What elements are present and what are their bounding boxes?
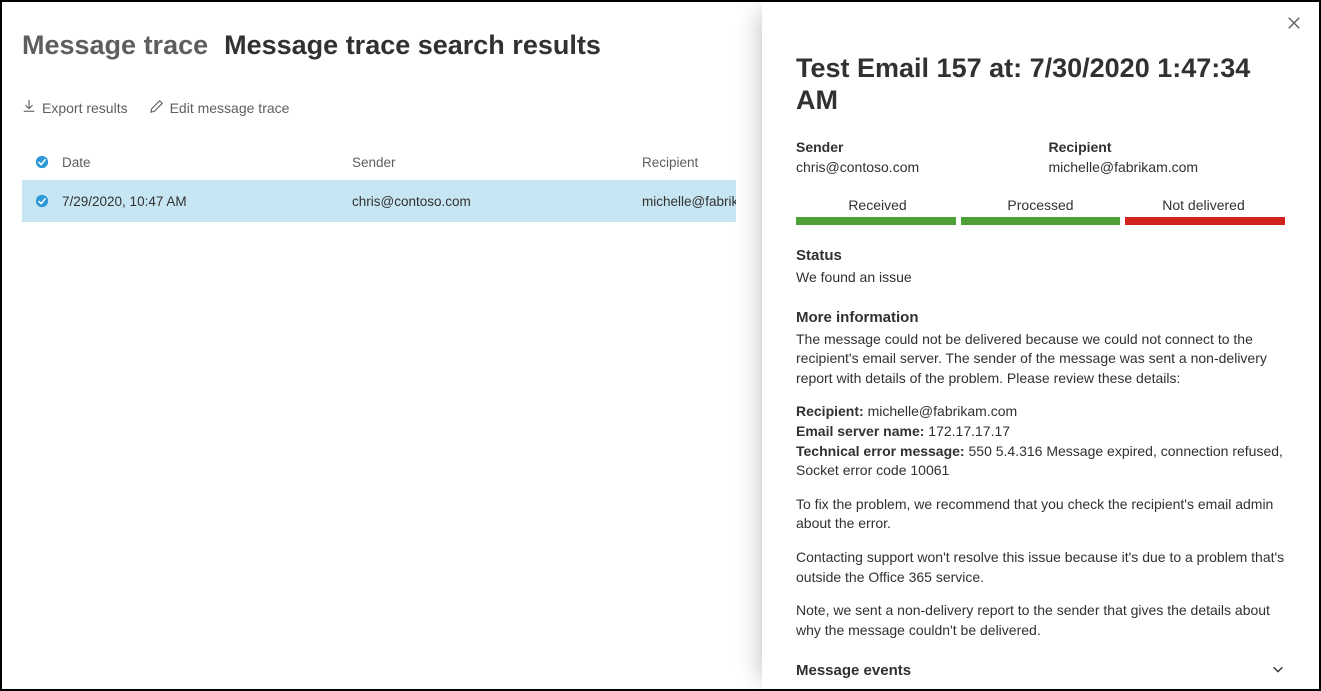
close-icon (1287, 17, 1301, 33)
delivery-stages: Received Processed Not delivered (796, 197, 1285, 225)
flyout-title: Test Email 157 at: 7/30/2020 1:47:34 AM (796, 52, 1285, 117)
details-flyout: Test Email 157 at: 7/30/2020 1:47:34 AM … (762, 2, 1319, 689)
stage-processed-label: Processed (959, 197, 1122, 213)
fix-recommendation: To fix the problem, we recommend that yo… (796, 495, 1285, 534)
table-row[interactable]: 7/29/2020, 10:47 AM chris@contoso.com mi… (22, 180, 736, 222)
sender-recipient-block: Sender chris@contoso.com Recipient miche… (796, 139, 1285, 175)
col-date[interactable]: Date (62, 155, 352, 170)
breadcrumb: Message trace Message trace search resul… (22, 30, 736, 61)
accordion-message-events-label: Message events (796, 662, 911, 679)
detail-technical-error: Technical error message: 550 5.4.316 Mes… (796, 442, 1285, 481)
stage-received-label: Received (796, 197, 959, 213)
more-info-heading: More information (796, 309, 1285, 326)
stage-notdelivered-bar (1125, 217, 1285, 225)
detail-server: Email server name: 172.17.17.17 (796, 422, 1285, 442)
cell-recipient: michelle@fabrikam.c (642, 194, 736, 209)
breadcrumb-root[interactable]: Message trace (22, 30, 208, 61)
stage-processed-bar (961, 217, 1121, 225)
results-table: Date Sender Recipient 7/29/2020, 10:47 A… (22, 144, 736, 222)
sender-label: Sender (796, 139, 1033, 155)
edit-message-trace-button[interactable]: Edit message trace (150, 99, 290, 116)
status-section: Status We found an issue (796, 247, 1285, 287)
col-sender[interactable]: Sender (352, 155, 642, 170)
status-heading: Status (796, 247, 1285, 264)
ndr-note: Note, we sent a non-delivery report to t… (796, 601, 1285, 640)
detail-recipient: Recipient: michelle@fabrikam.com (796, 402, 1285, 422)
recipient-label: Recipient (1049, 139, 1286, 155)
toolbar: Export results Edit message trace (22, 99, 736, 116)
chevron-down-icon (1271, 662, 1285, 679)
status-text: We found an issue (796, 268, 1285, 287)
export-results-label: Export results (42, 100, 128, 116)
recipient-value: michelle@fabrikam.com (1049, 159, 1286, 175)
support-note: Contacting support won't resolve this is… (796, 548, 1285, 587)
col-recipient[interactable]: Recipient (642, 155, 736, 170)
main-content: Message trace Message trace search resul… (2, 2, 756, 689)
edit-message-trace-label: Edit message trace (170, 100, 290, 116)
sender-value: chris@contoso.com (796, 159, 1033, 175)
more-information-section: More information The message could not b… (796, 309, 1285, 641)
export-results-button[interactable]: Export results (22, 99, 128, 116)
table-header-row: Date Sender Recipient (22, 144, 736, 180)
accordion-message-events[interactable]: Message events (796, 648, 1285, 689)
app-window: Message trace Message trace search resul… (0, 0, 1321, 691)
select-all-checkbox[interactable] (22, 155, 62, 169)
close-button[interactable] (1287, 16, 1301, 33)
cell-sender: chris@contoso.com (352, 194, 642, 209)
accordion: Message events More information (796, 648, 1285, 689)
breadcrumb-current: Message trace search results (224, 30, 601, 61)
download-icon (22, 99, 36, 116)
row-checkbox[interactable] (22, 194, 62, 208)
stage-notdelivered-label: Not delivered (1122, 197, 1285, 213)
cell-date: 7/29/2020, 10:47 AM (62, 194, 352, 209)
stage-received-bar (796, 217, 956, 225)
edit-icon (150, 99, 164, 116)
more-info-intro: The message could not be delivered becau… (796, 330, 1285, 389)
